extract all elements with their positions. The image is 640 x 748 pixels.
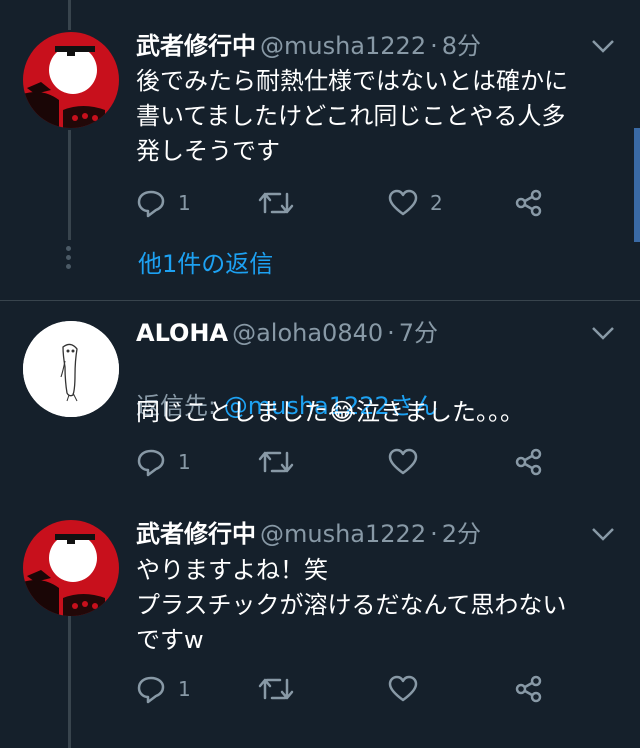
like-count: 2 [430,191,443,215]
chevron-down-icon[interactable] [590,526,616,544]
retweet-icon [258,678,294,700]
timestamp[interactable]: 2分 [442,520,481,548]
chevron-down-icon[interactable] [590,38,616,56]
heart-icon [388,675,418,702]
display-name[interactable]: ALOHA [136,319,228,347]
separator-dot: · [430,520,438,548]
action-bar: 1 [136,447,616,481]
handle[interactable]: @musha1222 [260,32,426,60]
separator-dot: · [387,319,395,347]
display-name[interactable]: 武者修行中 [136,32,256,60]
handle[interactable]: @musha1222 [260,520,426,548]
retweet-button[interactable] [258,674,294,704]
avatar[interactable] [23,321,119,417]
avatar[interactable] [23,32,119,128]
timestamp[interactable]: 8分 [442,32,481,60]
reply-icon [137,449,165,477]
like-button[interactable] [388,674,418,704]
like-button[interactable] [388,447,418,477]
reply-button[interactable]: 1 [136,188,191,218]
display-name[interactable]: 武者修行中 [136,520,256,548]
tweet-header: ALOHA @aloha0840 · 7分 [136,317,438,349]
like-button[interactable]: 2 [388,188,443,218]
share-button[interactable] [514,447,544,477]
share-icon [515,448,542,476]
reply-icon [137,676,165,704]
share-icon [515,675,542,703]
tweet-1[interactable]: 武者修行中 @musha1222 · 8分 後でみたら耐熱仕様ではないとは確かに 書い… [0,0,640,300]
retweet-button[interactable] [258,188,294,218]
share-icon [515,189,542,217]
reply-count: 1 [178,191,191,215]
action-bar: 1 2 [136,188,616,222]
separator-dot: · [430,32,438,60]
handle[interactable]: @aloha0840 [232,319,383,347]
share-button[interactable] [514,188,544,218]
tweet-text: やりますよね！笑 プラスチックが溶けるだなんて思わない ですw [136,556,567,654]
retweet-icon [258,451,294,473]
reply-count: 1 [178,677,191,701]
retweet-icon [258,192,294,214]
tweet-text: 同じことしました😂泣きました。。。 [136,398,525,426]
tweet-text: 後でみたら耐熱仕様ではないとは確かに 書いてましたけどこれ同じことやる人多 発し… [136,67,568,165]
reply-icon [137,190,165,218]
chevron-down-icon[interactable] [590,325,616,343]
heart-icon [388,189,418,216]
heart-icon [388,448,418,475]
tweet-header: 武者修行中 @musha1222 · 8分 [136,30,481,62]
avatar[interactable] [23,520,119,616]
reply-button[interactable]: 1 [136,674,191,704]
reply-button[interactable]: 1 [136,447,191,477]
retweet-button[interactable] [258,447,294,477]
show-more-replies-link[interactable]: 他1件の返信 [138,244,273,279]
tweet-3[interactable]: 武者修行中 @musha1222 · 2分 やりますよね！笑 プラスチックが溶けるだな… [0,510,640,748]
action-bar: 1 [136,674,616,708]
tweet-2[interactable]: ALOHA @aloha0840 · 7分 返信先: @musha1222さん 同じこ… [0,301,640,510]
tweet-header: 武者修行中 @musha1222 · 2分 [136,518,481,550]
timestamp[interactable]: 7分 [399,319,438,347]
reply-count: 1 [178,450,191,474]
share-button[interactable] [514,674,544,704]
